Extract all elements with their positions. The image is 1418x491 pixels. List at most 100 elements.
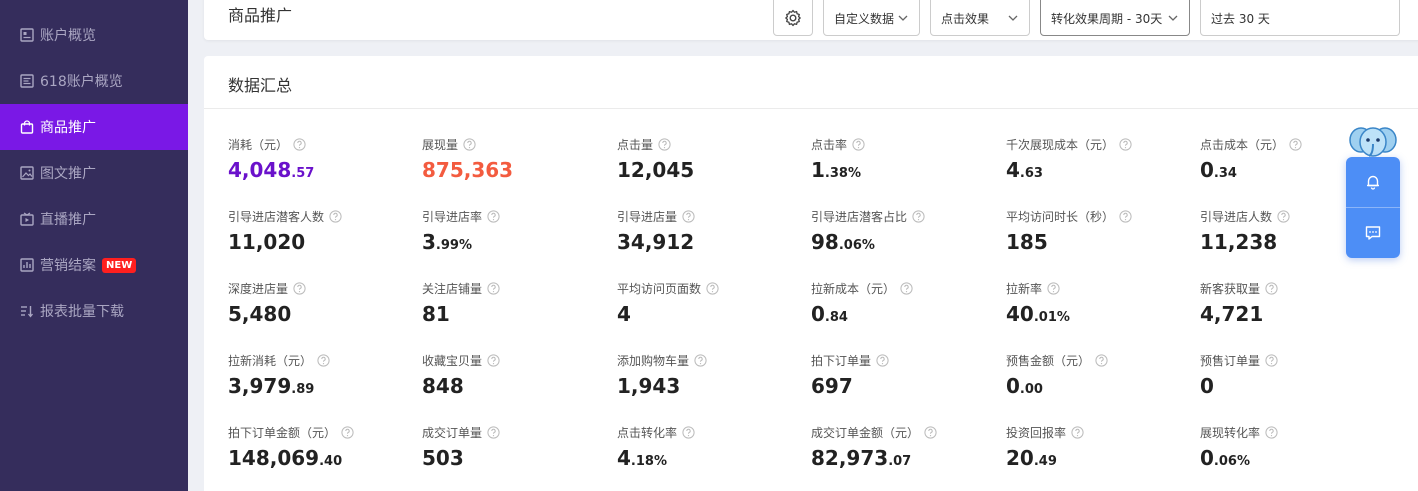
metric-value-decimal: .18% [630,454,667,469]
help-icon[interactable] [487,209,500,223]
metric-label-text: 点击转化率 [617,425,678,440]
help-icon[interactable] [1071,425,1084,439]
metric-label-text: 引导进店量 [617,209,678,224]
click-effect-select[interactable]: 点击效果 [930,0,1030,36]
help-icon[interactable] [1119,209,1132,223]
sidebar-item-618-overview[interactable]: 618账户概览 [0,58,188,104]
gear-icon [784,9,802,27]
dashboard-alt-icon [20,74,34,88]
help-icon[interactable] [293,281,306,295]
metric-cell: 成交订单量 503 [422,424,612,474]
help-icon[interactable] [876,353,889,367]
metric-value-int: 1,943 [617,374,681,398]
help-icon[interactable] [924,425,937,439]
metric-value-decimal: .57 [291,166,315,181]
chat-icon [1364,224,1382,242]
metric-value: 3,979.89 [228,374,418,402]
chat-button[interactable] [1346,208,1400,258]
date-range-picker[interactable]: 过去 30 天 [1200,0,1400,36]
help-icon[interactable] [487,281,500,295]
help-icon[interactable] [487,425,500,439]
chevron-down-icon [897,12,909,24]
help-icon[interactable] [463,137,476,151]
help-icon[interactable] [1265,425,1278,439]
help-icon[interactable] [487,353,500,367]
metric-cell: 点击率 1.38% [811,136,1001,186]
elephant-mascot-icon[interactable] [1347,122,1399,162]
help-icon[interactable] [852,137,865,151]
metric-value-int: 12,045 [617,158,695,182]
metric-value-int: 0 [1200,446,1214,470]
help-icon[interactable] [682,209,695,223]
metric-value-decimal: .84 [824,310,848,325]
metric-label-text: 成交订单金额（元） [811,425,920,440]
metric-value-int: 503 [422,446,464,470]
help-icon[interactable] [1119,137,1132,151]
metric-value-int: 0 [1006,374,1020,398]
metric-value-int: 40 [1006,302,1034,326]
metric-label-text: 引导进店潜客人数 [228,209,325,224]
metric-value: 20.49 [1006,446,1196,474]
metric-value: 11,020 [228,230,418,258]
notification-button[interactable] [1346,157,1400,207]
metric-label-text: 拍下订单金额（元） [228,425,337,440]
help-icon[interactable] [1265,281,1278,295]
metric-cell: 引导进店潜客占比 98.06% [811,208,1001,258]
metric-label: 拉新率 [1006,280,1196,296]
metric-value-int: 875,363 [422,158,514,182]
metric-cell: 千次展现成本（元） 4.63 [1006,136,1196,186]
metric-label: 点击量 [617,136,807,152]
metric-value-decimal: .49 [1033,454,1057,469]
custom-data-select[interactable]: 自定义数据 [823,0,920,36]
help-icon[interactable] [706,281,719,295]
metric-value: 848 [422,374,612,402]
metric-cell: 平均访问时长（秒） 185 [1006,208,1196,258]
sidebar-item-live-promotion[interactable]: 直播推广 [0,196,188,242]
metric-cell: 预售订单量 0 [1200,352,1390,402]
metric-label: 展现转化率 [1200,424,1390,440]
sidebar-item-marketing-closing[interactable]: 营销结案 NEW [0,242,188,288]
metric-value-int: 3,979 [228,374,292,398]
conversion-period-select[interactable]: 转化效果周期 - 30天 [1040,0,1190,36]
sidebar-item-account-overview[interactable]: 账户概览 [0,12,188,58]
sidebar-item-batch-report-download[interactable]: 报表批量下载 [0,288,188,334]
new-badge: NEW [102,257,137,273]
help-icon[interactable] [1265,353,1278,367]
sidebar-item-label: 营销结案 [40,258,96,274]
metric-value: 185 [1006,230,1196,258]
help-icon[interactable] [1095,353,1108,367]
metric-label-text: 点击量 [617,137,654,152]
metric-cell: 拍下订单金额（元） 148,069.40 [228,424,418,474]
help-icon[interactable] [900,281,913,295]
sidebar-item-product-promotion[interactable]: 商品推广 [0,104,188,150]
help-icon[interactable] [341,425,354,439]
help-icon[interactable] [1277,209,1290,223]
metric-label: 深度进店量 [228,280,418,296]
help-icon[interactable] [694,353,707,367]
help-icon[interactable] [1289,137,1302,151]
help-icon[interactable] [682,425,695,439]
sidebar-item-image-text-promotion[interactable]: 图文推广 [0,150,188,196]
metric-value-int: 848 [422,374,464,398]
help-icon[interactable] [317,353,330,367]
metric-value-decimal: .99% [435,238,472,253]
help-icon[interactable] [329,209,342,223]
help-icon[interactable] [293,137,306,151]
metric-value: 0.84 [811,302,1001,330]
page-title: 商品推广 [228,6,293,25]
floating-toolbar [1346,157,1400,258]
metric-value-int: 4 [1006,158,1020,182]
metric-label-text: 平均访问时长（秒） [1006,209,1115,224]
help-icon[interactable] [658,137,671,151]
help-icon[interactable] [912,209,925,223]
metric-label-text: 深度进店量 [228,281,289,296]
bell-icon [1364,173,1382,191]
chevron-down-icon [1007,12,1019,24]
divider [204,108,1418,109]
metric-label: 成交订单量 [422,424,612,440]
help-icon[interactable] [1047,281,1060,295]
metric-value-int: 4 [617,446,631,470]
settings-button[interactable] [773,0,813,36]
metric-label: 投资回报率 [1006,424,1196,440]
metric-cell: 拉新成本（元） 0.84 [811,280,1001,330]
